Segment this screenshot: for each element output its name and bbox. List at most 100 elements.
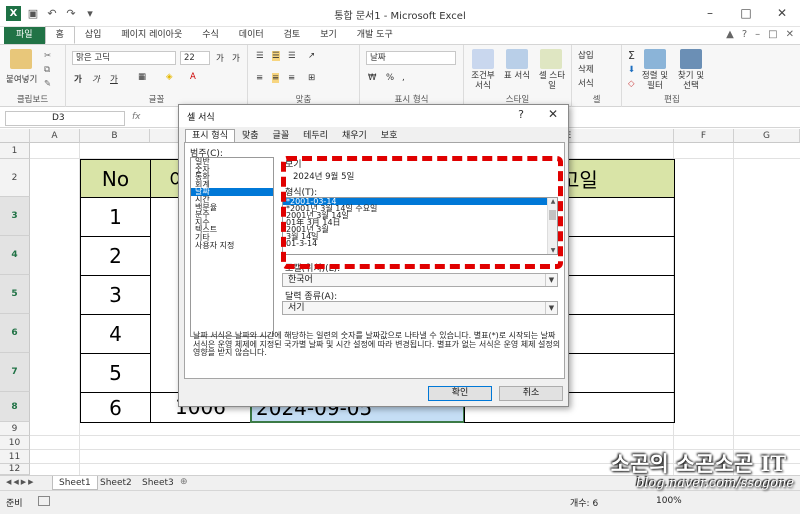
fill-icon[interactable]: ⬇ <box>628 65 635 75</box>
maximize-button[interactable]: □ <box>728 0 764 27</box>
close-workbook-icon[interactable]: ✕ <box>786 29 794 40</box>
align-right-icon[interactable]: ≡ <box>288 73 295 83</box>
col-header-f[interactable]: F <box>674 129 734 143</box>
underline-button[interactable]: 가 <box>110 73 118 85</box>
fx-icon[interactable]: fx <box>132 112 141 122</box>
number-format-select[interactable]: 날짜 <box>366 51 456 65</box>
conditional-format-icon[interactable] <box>472 49 494 69</box>
sort-filter-button[interactable]: 정렬 및 필터 <box>638 71 672 91</box>
shrink-font-button[interactable]: 가 <box>232 52 240 64</box>
find-select-button[interactable]: 찾기 및 선택 <box>674 71 708 91</box>
zoom-level[interactable]: 100% <box>656 496 682 506</box>
align-center-icon[interactable]: ≡ <box>272 73 280 83</box>
col-header-b[interactable]: B <box>80 129 150 143</box>
type-item[interactable]: 01-3-14 <box>283 240 557 248</box>
tab-home[interactable]: 홈 <box>44 26 75 44</box>
tab-formulas[interactable]: 수식 <box>192 27 229 44</box>
minimize-workbook-icon[interactable]: – <box>755 29 760 40</box>
sheet-nav-icon[interactable]: ◀◀▶▶ <box>6 478 36 486</box>
font-name-select[interactable]: 맑은 고딕 <box>72 51 176 65</box>
row-header-4[interactable]: 4 <box>0 236 30 275</box>
locale-select[interactable]: 한국어 ▼ <box>282 273 558 287</box>
merge-center-icon[interactable]: ⊞ <box>308 73 315 83</box>
new-sheet-icon[interactable]: ⊕ <box>180 477 188 487</box>
paste-button[interactable]: 붙여넣기 <box>6 73 37 85</box>
row-header-11[interactable]: 11 <box>0 450 30 464</box>
name-box[interactable]: D3 <box>5 111 125 126</box>
font-color-icon[interactable]: A <box>190 72 196 82</box>
tab-data[interactable]: 데이터 <box>229 27 274 44</box>
grow-font-button[interactable]: 가 <box>216 52 224 64</box>
row-header-2[interactable]: 2 <box>0 159 30 197</box>
insert-cells-button[interactable]: 삽입 <box>578 49 594 61</box>
ok-button[interactable]: 확인 <box>428 386 492 401</box>
select-all-corner[interactable] <box>0 129 30 143</box>
bold-button[interactable]: 가 <box>74 73 82 85</box>
format-as-table-button[interactable]: 표 서식 <box>502 71 532 81</box>
table-cell-no[interactable]: 3 <box>80 275 151 315</box>
tab-page-layout[interactable]: 페이지 레이아웃 <box>111 27 192 44</box>
tab-border[interactable]: 테두리 <box>296 129 335 143</box>
align-top-icon[interactable]: ☰ <box>256 51 264 61</box>
collapse-ribbon-icon[interactable]: ▲ <box>726 29 734 40</box>
macro-record-icon[interactable] <box>38 496 50 506</box>
table-cell-no[interactable]: 6 <box>80 392 151 423</box>
align-bottom-icon[interactable]: ☰ <box>288 51 296 61</box>
type-list[interactable]: *2001-03-14 *2001년 3월 14일 수요일 2001년 3월 1… <box>282 197 558 255</box>
row-header-1[interactable]: 1 <box>0 143 30 159</box>
row-header-10[interactable]: 10 <box>0 436 30 450</box>
tab-developer[interactable]: 개발 도구 <box>347 27 403 44</box>
italic-button[interactable]: 가 <box>92 73 100 85</box>
align-left-icon[interactable]: ≡ <box>256 73 263 83</box>
minimize-button[interactable]: – <box>692 0 728 27</box>
clear-icon[interactable]: ◇ <box>628 79 635 89</box>
scroll-thumb[interactable] <box>549 210 556 220</box>
border-icon[interactable]: ▦ <box>138 72 146 82</box>
cut-icon[interactable]: ✂ <box>44 51 51 61</box>
cell-styles-button[interactable]: 셀 스타일 <box>536 71 568 91</box>
tab-number-format[interactable]: 표시 형식 <box>185 129 235 143</box>
row-header-9[interactable]: 9 <box>0 422 30 436</box>
row-header-6[interactable]: 6 <box>0 314 30 353</box>
chevron-down-icon[interactable]: ▼ <box>545 274 557 286</box>
sheet-tab-2[interactable]: Sheet2 <box>94 476 138 490</box>
dialog-help-button[interactable]: ? <box>518 108 524 121</box>
scroll-down-icon[interactable]: ▼ <box>548 247 558 254</box>
tab-file[interactable]: 파일 <box>4 27 45 44</box>
find-select-icon[interactable] <box>680 49 702 69</box>
type-list-scrollbar[interactable]: ▲ ▼ <box>547 198 557 254</box>
paste-icon[interactable] <box>10 49 32 69</box>
table-cell-no[interactable]: 1 <box>80 197 151 237</box>
cancel-button[interactable]: 취소 <box>499 386 563 401</box>
tab-review[interactable]: 검토 <box>274 27 311 44</box>
category-item[interactable]: 사용자 지정 <box>191 241 273 250</box>
table-cell-no[interactable]: 5 <box>80 353 151 393</box>
help-icon[interactable]: ? <box>742 29 747 40</box>
dialog-close-button[interactable]: ✕ <box>548 107 558 121</box>
tab-alignment[interactable]: 맞춤 <box>235 129 266 143</box>
tab-fill[interactable]: 채우기 <box>335 129 374 143</box>
conditional-format-button[interactable]: 조건부 서식 <box>468 71 498 91</box>
scroll-up-icon[interactable]: ▲ <box>548 198 558 205</box>
tab-font[interactable]: 글꼴 <box>266 129 297 143</box>
row-header-7[interactable]: 7 <box>0 353 30 392</box>
category-list[interactable]: 일반 숫자 통화 회계 날짜 시간 백분율 분수 지수 텍스트 기타 사용자 지… <box>190 157 274 337</box>
chevron-down-icon[interactable]: ▼ <box>545 302 557 314</box>
table-header-no[interactable]: No <box>80 159 151 198</box>
percent-button[interactable]: % <box>386 73 394 83</box>
sort-filter-icon[interactable] <box>644 49 666 69</box>
copy-icon[interactable]: ⧉ <box>44 65 50 75</box>
delete-cells-button[interactable]: 삭제 <box>578 63 594 75</box>
tab-view[interactable]: 보기 <box>310 27 347 44</box>
col-header-a[interactable]: A <box>30 129 80 143</box>
close-window-button[interactable]: ✕ <box>764 0 800 27</box>
table-cell-no[interactable]: 4 <box>80 314 151 354</box>
comma-button[interactable]: , <box>402 73 405 83</box>
currency-icon[interactable]: ₩ <box>368 73 376 83</box>
row-header-8[interactable]: 8 <box>0 392 30 422</box>
format-as-table-icon[interactable] <box>506 49 528 69</box>
row-header-5[interactable]: 5 <box>0 275 30 314</box>
row-header-3[interactable]: 3 <box>0 197 30 236</box>
calendar-select[interactable]: 서기 ▼ <box>282 301 558 315</box>
cell-styles-icon[interactable] <box>540 49 562 69</box>
